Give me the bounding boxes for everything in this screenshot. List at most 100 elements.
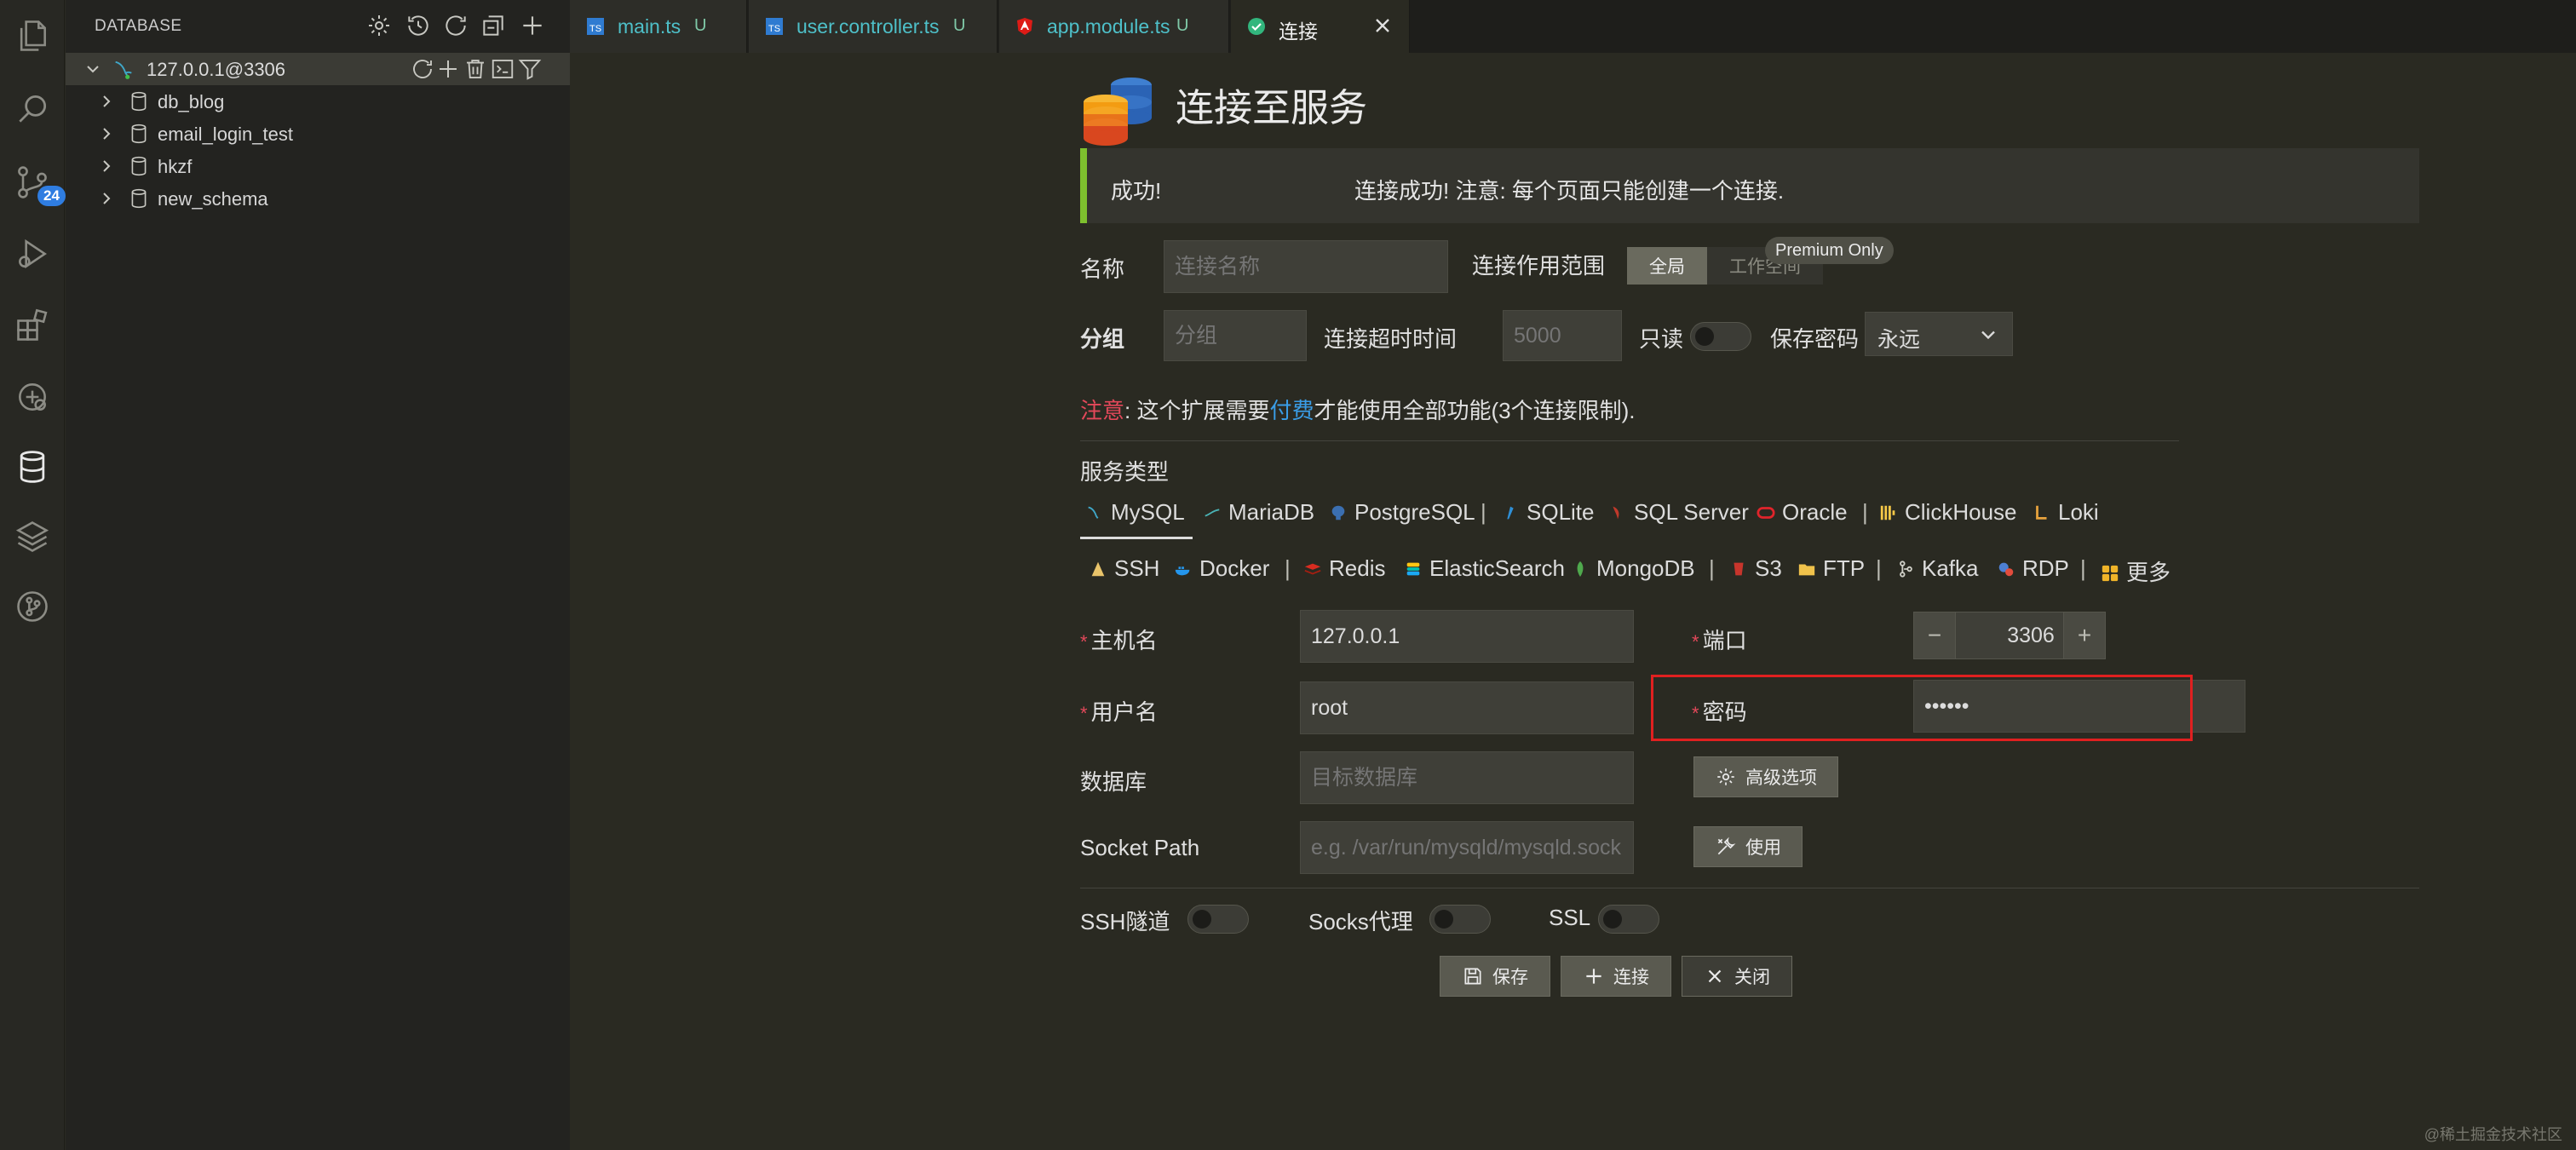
save-button[interactable]: 保存 — [1440, 956, 1550, 997]
database-cylinder-icon — [128, 154, 150, 178]
connection-node[interactable]: 127.0.0.1@3306 — [66, 53, 570, 85]
separator: | — [1285, 555, 1291, 581]
separator: | — [1709, 555, 1715, 581]
git-graph-icon[interactable] — [0, 576, 65, 637]
database-item[interactable]: db_blog — [66, 85, 570, 118]
separator: | — [1481, 499, 1486, 525]
docker-icon — [1175, 566, 1190, 576]
tab-status: U — [694, 16, 707, 35]
terminal-icon[interactable] — [490, 56, 515, 82]
license-note: 注意: 这个扩展需要付费才能使用全部功能(3个连接限制). — [1080, 394, 1636, 425]
database-item[interactable]: hkzf — [66, 150, 570, 182]
refresh-connection-icon[interactable] — [410, 56, 435, 82]
database-item[interactable]: new_schema — [66, 182, 570, 215]
chevron-right-icon[interactable] — [96, 156, 117, 176]
chevron-down-icon[interactable] — [83, 59, 103, 79]
explorer-icon[interactable] — [0, 5, 65, 66]
database-label: email_login_test — [158, 124, 293, 145]
activity-bar: 24 — [0, 0, 66, 1150]
chevron-right-icon[interactable] — [96, 188, 117, 209]
source-control-icon[interactable]: 24 — [0, 152, 66, 213]
alert-title: 成功! — [1111, 178, 1162, 204]
advanced-options-button[interactable]: 高级选项 — [1693, 756, 1838, 797]
database-item[interactable]: email_login_test — [66, 118, 570, 150]
close-icon — [1708, 969, 1722, 983]
service-loki[interactable]: Loki — [2033, 499, 2099, 526]
tab-user-controller[interactable]: TS user.controller.ts U — [749, 0, 998, 53]
service-mariadb[interactable]: MariaDB — [1203, 499, 1314, 526]
service-redis[interactable]: Redis — [1303, 555, 1385, 582]
database-logo-icon — [1084, 78, 1152, 146]
socket-path-label: Socket Path — [1080, 835, 1200, 860]
group-input[interactable] — [1164, 310, 1307, 361]
filter-icon[interactable] — [517, 56, 543, 82]
save-password-select[interactable]: 永远 — [1865, 312, 2013, 356]
ssh-tunnel-toggle[interactable] — [1187, 905, 1249, 934]
add-connection-icon[interactable] — [519, 12, 546, 39]
database-label: db_blog — [158, 91, 225, 112]
port-increment-button[interactable]: + — [2063, 612, 2106, 659]
svg-text:TS: TS — [589, 24, 601, 34]
service-kafka[interactable]: Kafka — [1896, 555, 1979, 582]
use-button[interactable]: 使用 — [1693, 826, 1803, 867]
chevron-right-icon[interactable] — [96, 91, 117, 112]
run-debug-icon[interactable] — [0, 223, 65, 285]
remote-explorer-icon[interactable] — [0, 366, 65, 428]
tab-label: main.ts — [618, 15, 681, 37]
mysql-icon — [1088, 506, 1099, 519]
folder-icon — [1798, 564, 1815, 576]
port-decrement-button[interactable]: − — [1913, 612, 1956, 659]
service-ssh[interactable]: SSH — [1089, 555, 1159, 582]
service-elasticsearch[interactable]: ElasticSearch — [1404, 555, 1565, 582]
service-ftp[interactable]: FTP — [1797, 555, 1865, 582]
service-postgresql[interactable]: PostgreSQL — [1329, 499, 1475, 526]
socks-proxy-toggle[interactable] — [1429, 905, 1491, 934]
service-sqlite[interactable]: SQLite — [1501, 499, 1595, 526]
database-input[interactable] — [1300, 751, 1634, 804]
tab-connection[interactable]: 连接 — [1231, 0, 1410, 53]
service-mongodb[interactable]: MongoDB — [1571, 555, 1695, 582]
ssl-toggle[interactable] — [1598, 905, 1659, 934]
service-mysql[interactable]: MySQL — [1085, 499, 1185, 526]
close-icon[interactable] — [1371, 14, 1394, 37]
refresh-icon[interactable] — [442, 12, 469, 39]
service-sqlserver[interactable]: SQL Server — [1608, 499, 1749, 526]
service-more[interactable]: 更多 — [2101, 555, 2171, 587]
search-icon[interactable] — [0, 78, 65, 140]
readonly-toggle[interactable] — [1690, 322, 1751, 351]
connection-name-input[interactable] — [1164, 240, 1448, 293]
timeout-input[interactable] — [1503, 310, 1622, 361]
typescript-icon: TS — [766, 18, 783, 35]
close-button[interactable]: 关闭 — [1682, 956, 1792, 997]
angular-icon — [1017, 18, 1032, 35]
tab-main-ts[interactable]: TS main.ts U — [570, 0, 747, 53]
service-docker[interactable]: Docker — [1174, 555, 1269, 582]
host-input[interactable] — [1300, 610, 1634, 663]
connect-button[interactable]: 连接 — [1561, 956, 1671, 997]
delete-icon[interactable] — [463, 56, 488, 82]
grid-icon — [2102, 565, 2119, 582]
alert-message: 连接成功! 注意: 每个页面只能创建一个连接. — [1354, 178, 1785, 204]
tab-app-module[interactable]: app.module.ts U — [999, 0, 1229, 53]
scope-global-option[interactable]: 全局 — [1627, 247, 1707, 285]
add-database-icon[interactable] — [435, 56, 461, 82]
layers-icon[interactable] — [0, 506, 65, 567]
history-icon[interactable] — [405, 12, 432, 39]
service-rdp[interactable]: RDP — [1997, 555, 2069, 582]
chevron-right-icon[interactable] — [96, 124, 117, 144]
pay-link[interactable]: 付费 — [1269, 398, 1314, 423]
username-input[interactable] — [1300, 681, 1634, 734]
save-password-value: 永远 — [1877, 328, 1921, 352]
note-prefix: 注意 — [1080, 398, 1125, 423]
service-oracle[interactable]: Oracle — [1757, 499, 1848, 526]
group-label: 分组 — [1080, 326, 1125, 352]
socket-path-input[interactable] — [1300, 821, 1634, 874]
collapse-all-icon[interactable] — [480, 12, 507, 39]
database-icon[interactable] — [0, 436, 65, 497]
service-clickhouse[interactable]: ClickHouse — [1879, 499, 2017, 526]
redis-icon — [1304, 563, 1321, 575]
settings-icon[interactable] — [365, 12, 393, 39]
service-s3[interactable]: S3 — [1729, 555, 1782, 582]
extensions-icon[interactable] — [0, 295, 65, 356]
form-title: 连接至服务 — [1176, 86, 1368, 129]
